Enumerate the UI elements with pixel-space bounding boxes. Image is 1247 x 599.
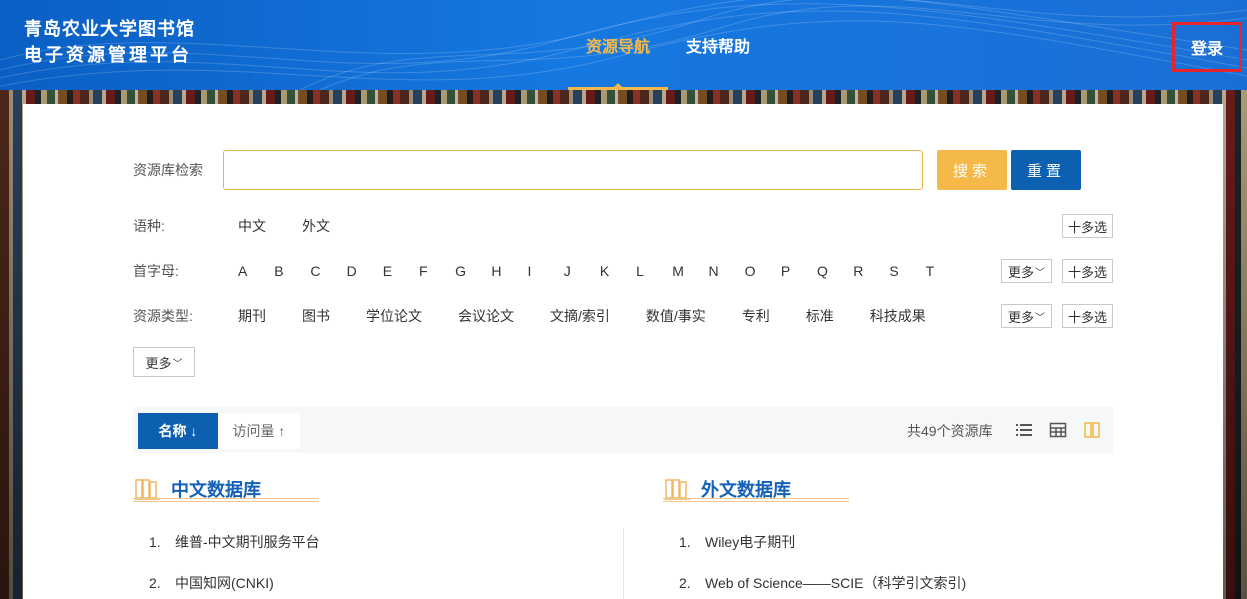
main-nav: 资源导航 支持帮助 <box>568 0 768 90</box>
site-title-line1: 青岛农业大学图书馆 <box>24 19 195 39</box>
table-view-icon[interactable] <box>1049 421 1067 439</box>
letter-option[interactable]: M <box>672 263 708 279</box>
filter-language-label: 语种: <box>133 218 165 234</box>
section-underline <box>663 498 849 502</box>
login-button[interactable]: 登录 <box>1172 22 1242 72</box>
extra-more-label: 更多 <box>145 355 172 371</box>
letter-option[interactable]: C <box>310 263 346 279</box>
list-item[interactable]: 1. Wiley电子期刊 <box>679 532 795 552</box>
list-item-name: Web of Science——SCIE（科学引文索引) <box>705 575 967 591</box>
letter-option[interactable]: Q <box>817 263 853 279</box>
nav-resource-navigation[interactable]: 资源导航 <box>568 0 668 90</box>
letter-option[interactable]: D <box>347 263 383 279</box>
letter-option[interactable]: E <box>383 263 419 279</box>
letter-option[interactable]: H <box>491 263 527 279</box>
filter-resource-type: 资源类型: 期刊 图书 学位论文 会议论文 文摘/索引 数值/事实 专利 标准 … <box>133 304 962 328</box>
letter-option[interactable]: K <box>600 263 636 279</box>
letter-option[interactable]: B <box>274 263 310 279</box>
type-option[interactable]: 专利 <box>742 306 770 326</box>
nav-support-help[interactable]: 支持帮助 <box>668 0 768 90</box>
list-item-name: 中国知网(CNKI) <box>175 575 274 591</box>
filter-language: 语种: 中文 外文 <box>133 214 366 238</box>
filter-initial-label: 首字母: <box>133 263 179 279</box>
type-option[interactable]: 标准 <box>806 306 834 326</box>
column-divider <box>623 528 624 599</box>
lang-option-foreign[interactable]: 外文 <box>302 216 330 236</box>
resource-count: 共49个资源库 <box>907 423 993 439</box>
search-row: 资源库检索 搜索 重置 <box>133 150 1081 190</box>
list-view-icon[interactable] <box>1015 421 1033 439</box>
initial-more-label: 更多 <box>1007 264 1034 280</box>
initial-multi-select-button[interactable]: 十多选 <box>1062 259 1113 283</box>
type-option[interactable]: 图书 <box>302 306 330 326</box>
list-item-name: 维普-中文期刊服务平台 <box>175 534 320 550</box>
letter-option[interactable]: F <box>419 263 455 279</box>
sort-bar: 名称 ↓ 访问量 ↑ 共49个资源库 <box>133 407 1113 453</box>
lang-option-chinese[interactable]: 中文 <box>238 216 266 236</box>
language-multi-select-button[interactable]: 十多选 <box>1062 214 1113 238</box>
type-option[interactable]: 会议论文 <box>458 306 514 326</box>
letter-option[interactable]: S <box>889 263 925 279</box>
site-title-line2: 电子资源管理平台 <box>24 45 192 65</box>
search-button[interactable]: 搜索 <box>937 150 1007 190</box>
letter-option[interactable]: P <box>781 263 817 279</box>
list-item[interactable]: 2. 中国知网(CNKI) <box>149 573 274 593</box>
letter-option[interactable]: J <box>564 263 600 279</box>
type-option[interactable]: 科技成果 <box>870 306 926 326</box>
letter-option[interactable]: T <box>926 263 962 279</box>
reset-button[interactable]: 重置 <box>1011 150 1081 190</box>
initial-more-button[interactable]: 更多 ﹀ <box>1001 259 1052 283</box>
chevron-down-icon: ﹀ <box>1035 312 1045 324</box>
chevron-down-icon: ﹀ <box>172 358 183 370</box>
header: 青岛农业大学图书馆 电子资源管理平台 资源导航 支持帮助 登录 <box>0 0 1247 90</box>
extra-more-button[interactable]: 更多 ﹀ <box>133 347 195 377</box>
section-underline <box>133 498 319 502</box>
sort-by-visits-button[interactable]: 访问量 ↑ <box>218 413 300 449</box>
search-input[interactable] <box>223 150 923 190</box>
filter-type-label: 资源类型: <box>133 308 193 324</box>
chevron-down-icon: ﹀ <box>1035 267 1045 279</box>
list-item[interactable]: 1. 维普-中文期刊服务平台 <box>149 532 320 552</box>
letter-option[interactable]: R <box>853 263 889 279</box>
main-panel: 资源库检索 搜索 重置 语种: 中文 外文 十多选 首字母: A B C D E… <box>23 104 1223 599</box>
letter-option[interactable]: G <box>455 263 491 279</box>
letter-option[interactable]: N <box>708 263 744 279</box>
letter-option[interactable]: L <box>636 263 672 279</box>
card-view-icon[interactable] <box>1083 421 1101 439</box>
type-multi-select-button[interactable]: 十多选 <box>1062 304 1113 328</box>
list-item-number: 1. <box>679 534 691 550</box>
site-title: 青岛农业大学图书馆 电子资源管理平台 <box>24 16 195 68</box>
list-item-number: 2. <box>679 575 691 591</box>
search-label: 资源库检索 <box>133 162 203 178</box>
type-more-button[interactable]: 更多 ﹀ <box>1001 304 1052 328</box>
type-option[interactable]: 学位论文 <box>366 306 422 326</box>
letter-option[interactable]: I <box>528 263 564 279</box>
letter-option[interactable]: A <box>238 263 274 279</box>
list-item-name: Wiley电子期刊 <box>705 534 796 550</box>
filter-initial-letter: 首字母: A B C D E F G H I J K L M N O P Q R… <box>133 259 962 283</box>
type-option[interactable]: 数值/事实 <box>646 306 706 326</box>
list-item-number: 1. <box>149 534 161 550</box>
sort-by-name-button[interactable]: 名称 ↓ <box>138 413 218 449</box>
type-more-label: 更多 <box>1007 309 1034 325</box>
type-option[interactable]: 期刊 <box>238 306 266 326</box>
list-item[interactable]: 2. Web of Science——SCIE（科学引文索引) <box>679 573 966 593</box>
list-item-number: 2. <box>149 575 161 591</box>
type-option[interactable]: 文摘/索引 <box>550 306 610 326</box>
letter-option[interactable]: O <box>745 263 781 279</box>
